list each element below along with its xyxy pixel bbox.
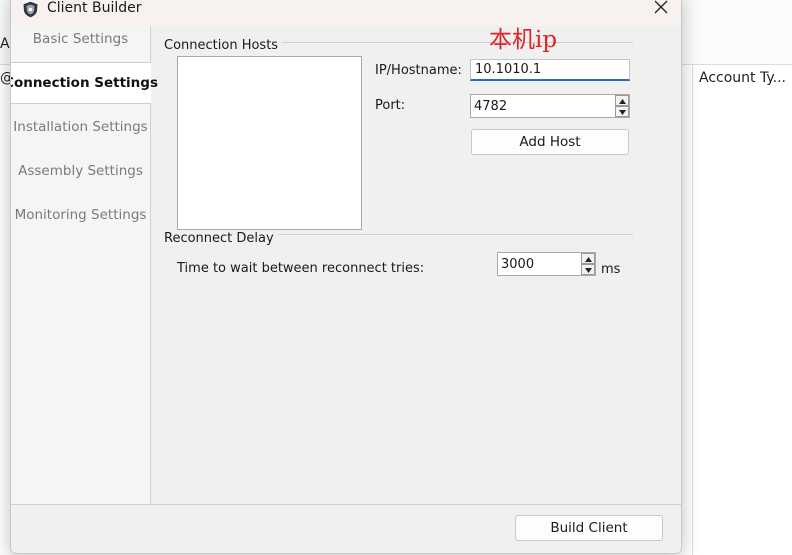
annotation-text: 本机ip [489,27,558,53]
build-client-button[interactable]: Build Client [515,515,663,541]
client-builder-dialog: Client Builder Basic Settings Connection… [10,0,682,554]
sidebar-item-installation-settings[interactable]: Installation Settings [11,107,150,147]
settings-sidebar: Basic Settings Connection Settings Insta… [11,26,158,504]
sidebar-item-assembly-settings[interactable]: Assembly Settings [11,151,150,191]
ip-hostname-input[interactable] [470,59,630,81]
sidebar-item-connection-settings[interactable]: Connection Settings [11,62,158,104]
close-icon [654,0,668,18]
reconnect-delay-label: Time to wait between reconnect tries: [177,261,425,276]
shield-icon [22,1,39,18]
reconnect-delay-spin-buttons [581,253,595,275]
close-button[interactable] [647,0,675,21]
port-input[interactable] [470,94,630,118]
port-spin-buttons [615,95,629,117]
port-decrement-button[interactable] [615,106,629,117]
triangle-down-icon [618,104,626,119]
connection-hosts-group-title: Connection Hosts [164,38,283,53]
reconnect-delay-unit: ms [601,262,621,277]
sidebar-item-monitoring-settings[interactable]: Monitoring Settings [11,195,150,235]
delay-decrement-button[interactable] [581,264,595,275]
reconnect-delay-group-title: Reconnect Delay [164,231,278,246]
port-stepper [470,94,630,118]
account-type-column-header[interactable]: Account Ty... [699,70,787,86]
window-title: Client Builder [47,0,142,16]
port-label: Port: [375,98,406,113]
host-list[interactable] [177,56,362,230]
background-column-divider [692,64,693,555]
sidebar-item-basic-settings[interactable]: Basic Settings [11,19,150,59]
ip-hostname-label: IP/Hostname: [375,63,462,78]
reconnect-delay-stepper [497,252,596,276]
triangle-down-icon [584,262,592,277]
footer-divider [11,504,681,505]
add-host-button[interactable]: Add Host [471,129,629,155]
